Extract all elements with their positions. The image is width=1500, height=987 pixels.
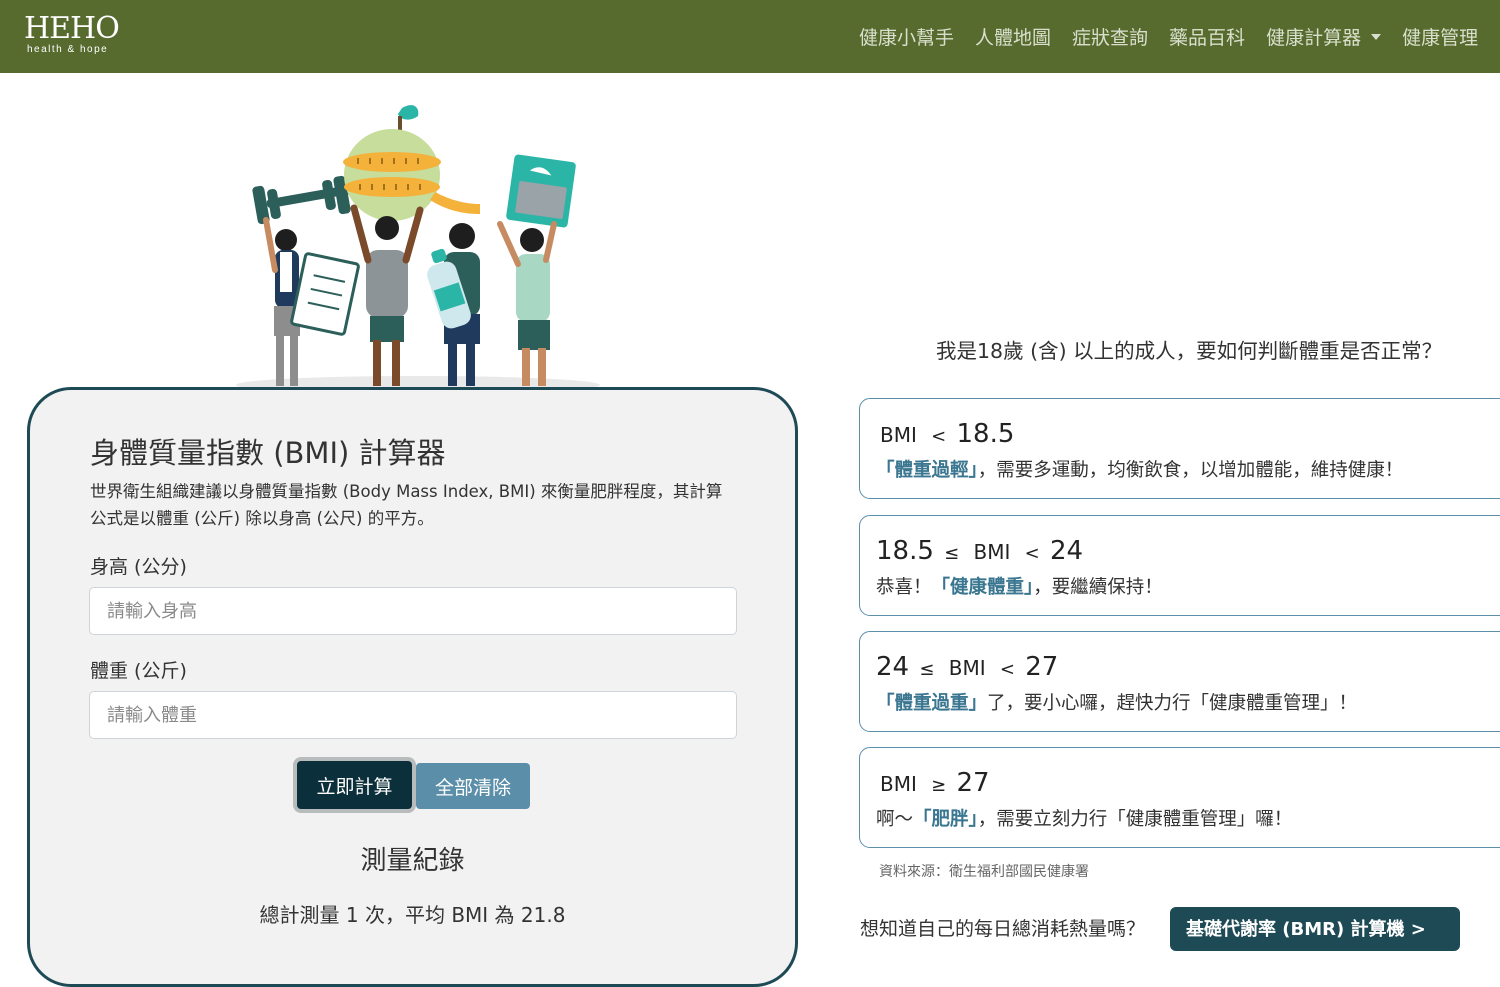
range-lower-value: 24 xyxy=(876,652,910,682)
person-holding-apple xyxy=(350,204,424,386)
data-source-note: 資料來源：衛生福利部國民健康署 xyxy=(879,864,1089,880)
advice-suffix: ，要繼續保持！ xyxy=(1033,577,1163,598)
advice-highlight: 「肥胖」 xyxy=(913,809,978,830)
range-upper-value: 24 xyxy=(1050,536,1084,566)
fitness-people-illustration xyxy=(236,105,600,392)
nav-item-health-calculator-label: 健康計算器 xyxy=(1266,27,1362,49)
clipboard-icon xyxy=(290,252,360,336)
measurement-record-summary: 總計測量 1 次，平均 BMI 為 21.8 xyxy=(259,903,566,927)
caret-down-icon xyxy=(1371,33,1382,40)
advice-suffix: ，需要立刻力行「健康體重管理」囉！ xyxy=(977,809,1293,830)
range-bmi-label: BMI xyxy=(948,656,986,680)
bmi-range-formula: BMI ≥ 27 xyxy=(876,768,990,798)
height-label: 身高 (公分) xyxy=(90,556,187,578)
clear-all-button[interactable]: 全部清除 xyxy=(416,763,530,809)
nav-item-symptom-search[interactable]: 症狀查詢 xyxy=(1072,23,1148,50)
bmi-range-advice: 恭喜！「健康體重」，要繼續保持！ xyxy=(876,573,1163,599)
bmi-range-advice: 「體重過輕」，需要多運動，均衡飲食，以增加體能，維持健康！ xyxy=(876,456,1403,482)
advice-suffix: ，需要多運動，均衡飲食，以增加體能，維持健康！ xyxy=(977,460,1404,481)
nav-item-health-calculator-dropdown[interactable]: 健康計算器 xyxy=(1266,23,1382,50)
range-upper-symbol: < xyxy=(931,426,947,447)
adult-weight-question: 我是18歲 (含) 以上的成人，要如何判斷體重是否正常？ xyxy=(936,339,1443,363)
range-lower-symbol: ≤ xyxy=(919,659,935,680)
heho-logo[interactable]: HEHO health & hope xyxy=(24,11,120,55)
scale-icon xyxy=(506,154,576,228)
person-holding-scale xyxy=(497,221,557,386)
bmi-range-advice: 「體重過重」了，要小心囉，趕快力行「健康體重管理」！ xyxy=(876,689,1357,715)
advice-highlight: 「健康體重」 xyxy=(931,577,1034,598)
advice-prefix: 啊～ xyxy=(876,809,914,830)
bmr-prompt-text: 想知道自己的每日總消耗熱量嗎？ xyxy=(860,918,1146,940)
calculate-button[interactable]: 立即計算 xyxy=(297,761,412,809)
range-upper-symbol: < xyxy=(1024,543,1040,564)
advice-highlight: 「體重過輕」 xyxy=(876,460,978,481)
bmi-range-formula: BMI < 18.5 xyxy=(876,419,1014,449)
calculator-description: 世界衛生組織建議以身體質量指數 (Body Mass Index, BMI) 來… xyxy=(90,482,723,528)
advice-highlight: 「體重過重」 xyxy=(876,693,988,714)
logo-wordmark: HEHO xyxy=(24,11,120,46)
nav-item-drug-encyclopedia[interactable]: 藥品百科 xyxy=(1169,23,1245,50)
range-upper-symbol: < xyxy=(999,659,1015,680)
range-upper-value: 27 xyxy=(956,768,990,798)
bmi-range-formula: 18.5 ≤ BMI < 24 xyxy=(876,536,1083,566)
bmi-range-card-underweight: BMI < 18.5 「體重過輕」，需要多運動，均衡飲食，以增加體能，維持健康！ xyxy=(859,398,1500,499)
advice-suffix: 了，要小心囉，趕快力行「健康體重管理」！ xyxy=(987,693,1358,714)
range-bmi-label: BMI xyxy=(880,423,917,447)
range-bmi-label: BMI xyxy=(880,772,917,796)
nav-item-health-helper[interactable]: 健康小幫手 xyxy=(859,23,954,50)
bmi-calculator-card: 身體質量指數 (BMI) 計算器 世界衛生組織建議以身體質量指數 (Body M… xyxy=(27,387,798,987)
weight-input[interactable] xyxy=(89,691,737,739)
nav-menu: 健康小幫手 人體地圖 症狀查詢 藥品百科 健康計算器 健康管理 xyxy=(859,0,1499,73)
height-input[interactable] xyxy=(89,587,737,635)
range-upper-value: 27 xyxy=(1025,652,1059,682)
top-navbar: HEHO health & hope 健康小幫手 人體地圖 症狀查詢 藥品百科 … xyxy=(0,0,1500,73)
bmi-range-advice: 啊～「肥胖」，需要立刻力行「健康體重管理」囉！ xyxy=(876,805,1292,831)
bmi-range-card-healthy: 18.5 ≤ BMI < 24 恭喜！「健康體重」，要繼續保持！ xyxy=(859,515,1500,616)
range-lower-value: 18.5 xyxy=(876,536,934,566)
bmi-range-formula: 24 ≤ BMI < 27 xyxy=(876,652,1058,682)
bmr-calculator-button[interactable]: 基礎代謝率 (BMR) 計算機 > xyxy=(1170,907,1460,951)
range-upper-symbol: ≥ xyxy=(931,775,947,796)
logo-tagline: health & hope xyxy=(27,44,109,55)
range-bmi-label: BMI xyxy=(973,540,1011,564)
weight-label: 體重 (公斤) xyxy=(90,660,187,682)
nav-item-health-management[interactable]: 健康管理 xyxy=(1402,23,1478,50)
bmi-range-card-obese: BMI ≥ 27 啊～「肥胖」，需要立刻力行「健康體重管理」囉！ xyxy=(859,747,1500,848)
nav-item-body-map[interactable]: 人體地圖 xyxy=(975,23,1051,50)
apple-with-measuring-tape-icon xyxy=(343,105,480,221)
advice-prefix: 恭喜！ xyxy=(876,577,932,598)
calculator-title: 身體質量指數 (BMI) 計算器 xyxy=(90,436,446,470)
measurement-record-title: 測量紀錄 xyxy=(360,846,465,876)
range-upper-value: 18.5 xyxy=(956,419,1015,449)
range-lower-symbol: ≤ xyxy=(944,543,960,564)
bmi-range-card-overweight: 24 ≤ BMI < 27 「體重過重」了，要小心囉，趕快力行「健康體重管理」！ xyxy=(859,631,1500,732)
